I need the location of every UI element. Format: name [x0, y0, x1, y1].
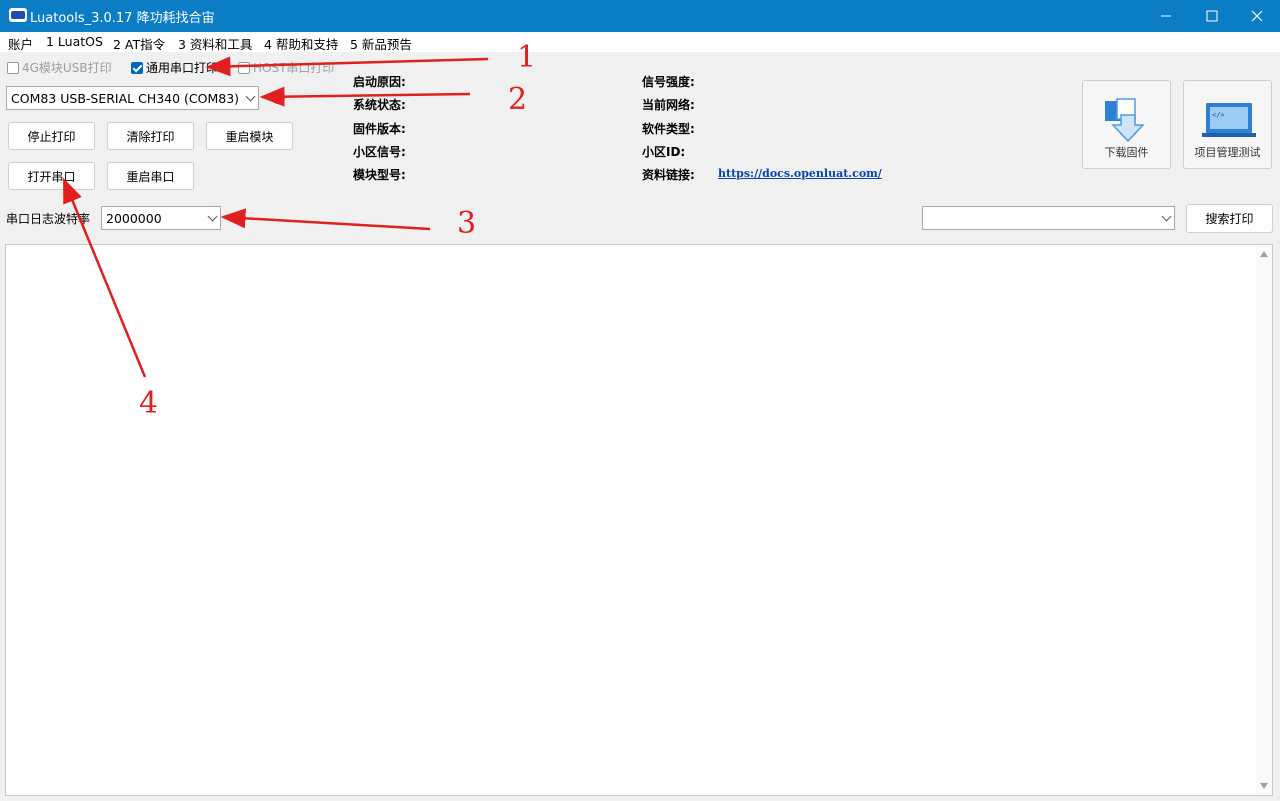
- vertical-scrollbar[interactable]: [1256, 245, 1272, 795]
- annotation-number-2: 2: [508, 82, 528, 117]
- project-test-button[interactable]: </> 项目管理测试: [1183, 80, 1272, 169]
- baud-rate-select[interactable]: 2000000: [101, 206, 221, 230]
- laptop-code-icon: </>: [1202, 103, 1256, 137]
- menu-luatos[interactable]: 1 LuatOS: [46, 34, 103, 49]
- chevron-down-icon: [1161, 211, 1172, 222]
- annotation-number-1: 1: [517, 40, 537, 75]
- open-port-button[interactable]: 打开串口: [8, 162, 95, 190]
- checkbox-label: HOST串口打印: [253, 61, 335, 75]
- stop-print-button[interactable]: 停止打印: [8, 122, 95, 150]
- restart-port-button[interactable]: 重启串口: [107, 162, 194, 190]
- close-icon: [1251, 10, 1263, 22]
- log-output-area[interactable]: [5, 244, 1273, 796]
- usb-4g-print-checkbox[interactable]: 4G模块USB打印: [7, 60, 112, 75]
- current-network-label: 当前网络:: [642, 98, 695, 112]
- title-bar: Luatools_3.0.17 降功耗找合宙: [0, 0, 1280, 32]
- refresh-icon[interactable]: [270, 89, 286, 105]
- search-filter-select[interactable]: [922, 206, 1175, 230]
- app-logo-icon: [9, 8, 27, 22]
- maximize-icon: [1206, 10, 1218, 22]
- docs-link-label: 资料链接:: [642, 168, 695, 182]
- menu-bar: 账户 1 LuatOS 2 AT指令 3 资料和工具 4 帮助和支持 5 新品预…: [0, 32, 1280, 52]
- checkbox-box: [7, 61, 19, 74]
- checkbox-checked-icon: [131, 61, 143, 74]
- annotation-arrow-3: [220, 208, 431, 231]
- menu-resources-tools[interactable]: 3 资料和工具: [178, 34, 252, 53]
- svg-text:</>: </>: [1212, 111, 1225, 119]
- checkbox-label: 通用串口打印: [146, 61, 219, 75]
- cell-id-label: 小区ID:: [642, 145, 686, 159]
- system-status-label: 系统状态:: [353, 98, 406, 112]
- chevron-down-icon: [207, 211, 218, 222]
- checkbox-box: [238, 61, 250, 74]
- project-test-label: 项目管理测试: [1194, 146, 1261, 159]
- serial-port-value: COM83 USB-SERIAL CH340 (COM83): [11, 90, 240, 106]
- baud-rate-label: 串口日志波特率: [6, 212, 91, 226]
- scroll-up-icon[interactable]: [1260, 251, 1268, 257]
- minimize-button[interactable]: [1143, 0, 1189, 32]
- docs-link[interactable]: https://docs.openluat.com/: [718, 167, 882, 180]
- checkbox-label: 4G模块USB打印: [22, 61, 112, 75]
- generic-serial-print-checkbox[interactable]: 通用串口打印: [131, 60, 218, 75]
- annotation-number-4: 4: [139, 386, 159, 421]
- menu-help-support[interactable]: 4 帮助和支持: [264, 34, 338, 53]
- menu-new-products[interactable]: 5 新品预告: [350, 34, 412, 53]
- software-type-label: 软件类型:: [642, 122, 695, 136]
- module-model-label: 模块型号:: [353, 168, 406, 182]
- minimize-icon: [1161, 15, 1171, 17]
- download-firmware-label: 下载固件: [1104, 146, 1149, 159]
- firmware-version-label: 固件版本:: [353, 122, 406, 136]
- download-firmware-button[interactable]: 下载固件: [1082, 80, 1171, 169]
- scroll-down-icon[interactable]: [1260, 783, 1268, 789]
- signal-strength-label: 信号强度:: [642, 75, 695, 89]
- menu-account[interactable]: 账户: [8, 34, 33, 53]
- annotation-number-3: 3: [457, 206, 477, 241]
- host-serial-print-checkbox[interactable]: HOST串口打印: [238, 60, 334, 75]
- serial-port-select[interactable]: COM83 USB-SERIAL CH340 (COM83): [6, 86, 259, 110]
- download-arrow-icon: [1105, 98, 1145, 143]
- maximize-button[interactable]: [1189, 0, 1235, 32]
- baud-rate-value: 2000000: [106, 210, 162, 226]
- restart-module-button[interactable]: 重启模块: [206, 122, 293, 150]
- menu-at-commands[interactable]: 2 AT指令: [113, 34, 165, 53]
- search-print-button[interactable]: 搜索打印: [1186, 204, 1273, 233]
- clear-print-button[interactable]: 清除打印: [107, 122, 194, 150]
- close-button[interactable]: [1234, 0, 1280, 32]
- chevron-down-icon: [245, 91, 256, 102]
- window-title: Luatools_3.0.17 降功耗找合宙: [30, 11, 215, 26]
- cell-signal-label: 小区信号:: [353, 145, 406, 159]
- boot-reason-label: 启动原因:: [353, 75, 406, 89]
